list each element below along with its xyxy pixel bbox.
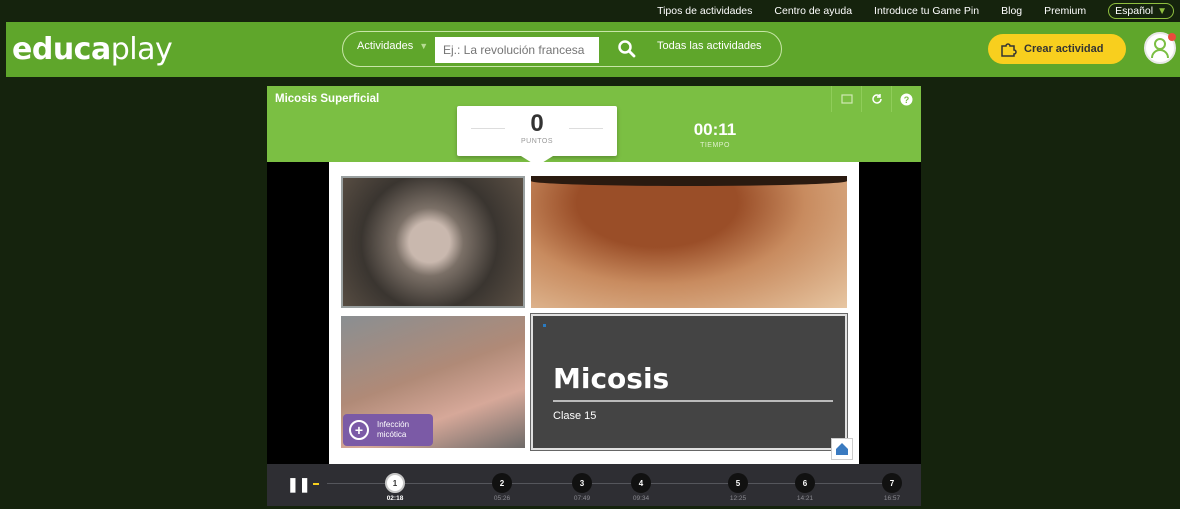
logo-part-play: play xyxy=(110,32,173,67)
video-controls: ❚❚ 1 02:18 2 05:26 3 07:49 4 09:34 5 12:25 6 14:21 7… xyxy=(267,464,921,506)
timeline-marker-time: 14:21 xyxy=(796,495,814,502)
timeline-marker-time: 02:18 xyxy=(386,495,404,502)
timeline-marker-time: 07:49 xyxy=(573,495,591,502)
timeline-marker[interactable]: 5 xyxy=(728,473,748,493)
top-links: Tipos de actividades Centro de ayuda Int… xyxy=(657,0,1180,22)
points-label: PUNTOS xyxy=(520,138,554,145)
points-value: 0 xyxy=(530,110,544,137)
logo-part-educa: educa xyxy=(12,32,111,67)
fullscreen-button[interactable] xyxy=(831,86,861,112)
language-selector[interactable]: Español ▼ xyxy=(1108,3,1174,19)
timeline-marker[interactable]: 4 xyxy=(631,473,651,493)
title-rule xyxy=(553,400,833,402)
puzzle-icon xyxy=(1001,43,1017,57)
refresh-icon xyxy=(871,94,882,104)
search-bar: Actividades ▼ Todas las actividades xyxy=(342,31,782,67)
time-value: 00:11 xyxy=(693,120,737,139)
timeline-marker-time: 05:26 xyxy=(493,495,511,502)
category-dropdown[interactable]: Actividades ▼ xyxy=(357,40,428,52)
video-stage[interactable]: + Infección micótica Micosis Clase 15 xyxy=(267,162,921,464)
home-icon xyxy=(836,443,848,455)
chevron-down-icon: ▼ xyxy=(419,41,429,51)
activity-title: Micosis Superficial xyxy=(275,93,380,105)
category-label: Actividades xyxy=(357,40,414,52)
logo[interactable]: educaplay xyxy=(12,32,173,67)
timeline-marker[interactable]: 6 xyxy=(795,473,815,493)
create-activity-button[interactable]: Crear actividad xyxy=(988,34,1126,64)
badge-line-2: micótica xyxy=(377,430,407,439)
divider xyxy=(471,128,505,129)
timeline-marker[interactable]: 3 xyxy=(572,473,592,493)
pause-button[interactable]: ❚❚ xyxy=(287,476,310,493)
progress-fill xyxy=(313,483,319,485)
link-premium[interactable]: Premium xyxy=(1044,5,1086,17)
all-activities-link[interactable]: Todas las actividades xyxy=(657,40,762,52)
badge-line-1: Infección xyxy=(377,420,410,429)
marker-dot xyxy=(543,324,546,327)
slide: + Infección micótica Micosis Clase 15 xyxy=(329,162,859,464)
activity-tools: ? xyxy=(831,86,921,112)
corner-logo-icon xyxy=(831,438,853,460)
timeline-marker[interactable]: 1 xyxy=(385,473,405,493)
infection-badge[interactable]: + Infección micótica xyxy=(343,414,433,446)
points-box: 0 PUNTOS xyxy=(457,106,617,166)
link-blog[interactable]: Blog xyxy=(1001,5,1022,17)
search-icon[interactable] xyxy=(617,39,637,59)
activity-panel: Micosis Superficial ? 0 PUNTOS 00:11 TIE… xyxy=(267,86,921,506)
fullscreen-icon xyxy=(840,94,853,104)
header: educaplay Actividades ▼ Todas las activi… xyxy=(6,22,1180,77)
scalp-lesion-image xyxy=(341,176,525,308)
slide-title: Micosis xyxy=(553,362,670,395)
help-icon: ? xyxy=(900,93,913,105)
restart-button[interactable] xyxy=(861,86,891,112)
link-tipos-actividades[interactable]: Tipos de actividades xyxy=(657,5,752,17)
time-box: 00:11 TIEMPO xyxy=(675,120,755,149)
timeline-marker-time: 16:57 xyxy=(883,495,901,502)
zoom-plus-icon: + xyxy=(349,420,369,440)
timeline-marker[interactable]: 2 xyxy=(492,473,512,493)
timeline-marker-time: 09:34 xyxy=(632,495,650,502)
search-input[interactable] xyxy=(435,37,599,63)
time-label: TIEMPO xyxy=(700,142,730,149)
create-activity-label: Crear actividad xyxy=(1024,43,1104,55)
svg-text:?: ? xyxy=(904,95,910,105)
timeline-marker[interactable]: 7 xyxy=(882,473,902,493)
score-bar: 0 PUNTOS 00:11 TIEMPO xyxy=(267,106,921,166)
avatar[interactable] xyxy=(1144,32,1176,64)
link-centro-ayuda[interactable]: Centro de ayuda xyxy=(774,5,852,17)
link-game-pin[interactable]: Introduce tu Game Pin xyxy=(874,5,979,17)
chevron-down-icon: ▼ xyxy=(1157,5,1167,17)
title-card: Micosis Clase 15 xyxy=(530,313,848,451)
timeline-marker-time: 12:25 xyxy=(729,495,747,502)
language-label: Español xyxy=(1115,5,1154,17)
back-lesions-image xyxy=(531,176,847,308)
top-strip: Tipos de actividades Centro de ayuda Int… xyxy=(0,0,1180,22)
slide-subtitle: Clase 15 xyxy=(553,410,597,422)
divider xyxy=(569,128,603,129)
notification-dot xyxy=(1168,33,1176,41)
user-icon xyxy=(1151,38,1169,59)
badge-text: Infección micótica xyxy=(377,420,409,440)
image-shadow xyxy=(531,176,847,186)
help-button[interactable]: ? xyxy=(891,86,921,112)
